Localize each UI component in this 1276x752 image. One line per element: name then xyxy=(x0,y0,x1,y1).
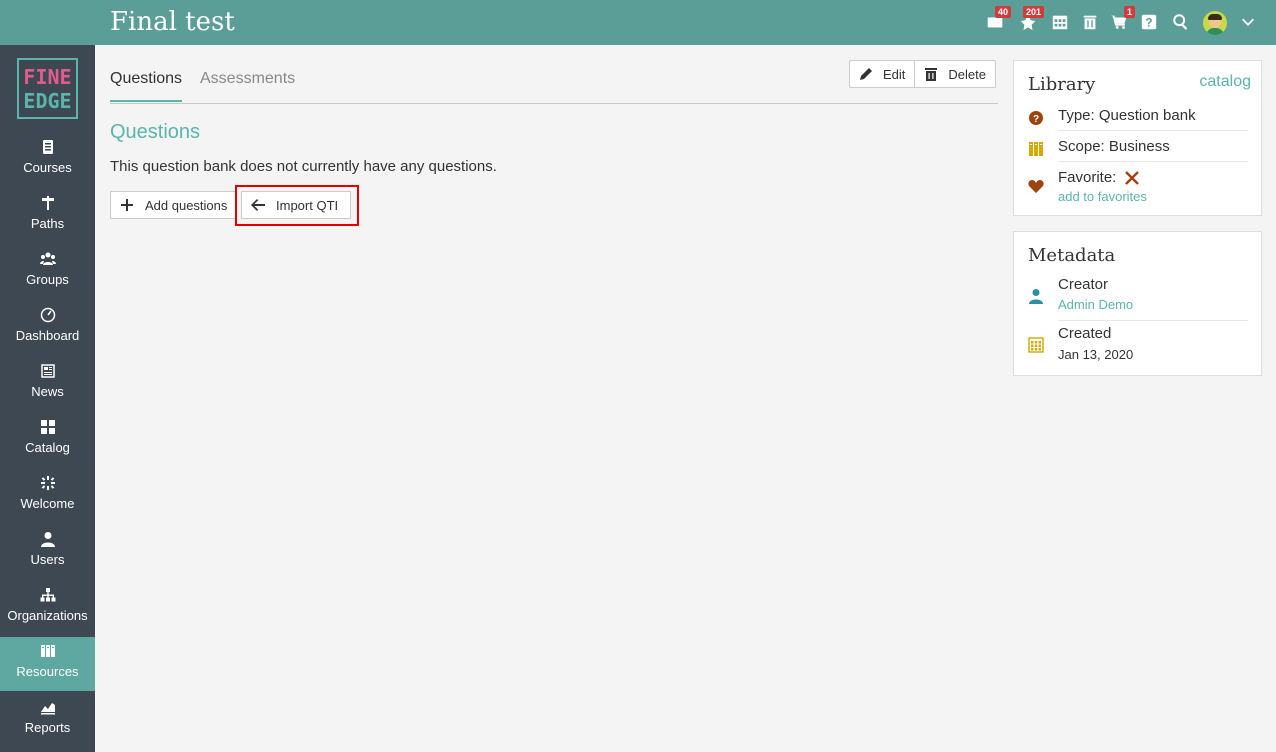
groups-icon xyxy=(39,251,56,267)
books-icon xyxy=(40,643,56,659)
user-icon xyxy=(40,531,56,547)
library-favorite-row: Favorite: add to favorites xyxy=(1028,169,1248,211)
trash-icon[interactable] xyxy=(1080,12,1100,32)
svg-text:?: ? xyxy=(1033,114,1039,125)
notifications-badge: 201 xyxy=(1022,6,1044,18)
search-icon[interactable] xyxy=(1171,12,1191,32)
plus-icon xyxy=(121,199,133,211)
newspaper-icon xyxy=(40,363,56,379)
sidebar-item-label: Welcome xyxy=(20,496,75,511)
sidebar-item-news[interactable]: News xyxy=(0,357,95,411)
sidebar-item-users[interactable]: Users xyxy=(0,525,95,579)
creator-label: Creator xyxy=(1058,276,1109,293)
logo-line-2: EDGE xyxy=(23,89,72,113)
logo-line-1: FINE xyxy=(23,65,72,89)
add-to-favorites-link[interactable]: add to favorites xyxy=(1058,189,1147,204)
library-title: Library xyxy=(1028,74,1096,95)
top-bar: Final test 40 201 1 ? xyxy=(0,0,1276,45)
pencil-icon xyxy=(860,68,872,80)
sidebar-item-groups[interactable]: Groups xyxy=(0,245,95,299)
metadata-creator-row: Creator Admin Demo xyxy=(1028,276,1248,318)
delete-button[interactable]: Delete xyxy=(914,61,995,87)
sidebar-item-label: Groups xyxy=(26,272,69,287)
metadata-title: Metadata xyxy=(1028,245,1116,266)
sidebar-item-label: Paths xyxy=(30,216,65,231)
org-icon xyxy=(40,587,56,603)
notifications-icon[interactable]: 201 xyxy=(1018,6,1044,32)
arrow-left-icon xyxy=(251,199,265,211)
import-qti-label: Import QTI xyxy=(276,197,339,213)
tab-questions[interactable]: Questions xyxy=(110,70,183,102)
sidebar-item-resources[interactable]: Resources xyxy=(0,637,95,691)
chevron-down-icon[interactable] xyxy=(1238,12,1258,32)
calendar-icon[interactable] xyxy=(1050,12,1070,32)
section-title: Questions xyxy=(110,121,201,143)
chart-icon xyxy=(40,699,56,715)
trash-icon xyxy=(925,68,938,81)
messages-icon[interactable]: 40 xyxy=(985,6,1011,32)
question-circle-icon: ? xyxy=(1028,110,1044,126)
signpost-icon xyxy=(40,195,56,211)
import-qti-button[interactable]: Import QTI xyxy=(241,191,351,219)
library-scope-row: Scope: Business xyxy=(1028,138,1248,160)
created-label: Created xyxy=(1058,325,1112,342)
divider xyxy=(1058,161,1248,162)
logo[interactable]: FINE EDGE xyxy=(17,58,78,119)
user-icon xyxy=(1028,288,1044,304)
edit-label: Edit xyxy=(883,66,906,82)
catalog-link[interactable]: catalog xyxy=(1199,73,1251,91)
sidebar-item-welcome[interactable]: Welcome xyxy=(0,469,95,523)
burst-icon xyxy=(40,475,56,491)
tab-assessments[interactable]: Assessments xyxy=(200,70,295,100)
sidebar-item-label: Catalog xyxy=(25,440,70,455)
library-scope: Scope: Business xyxy=(1058,138,1170,155)
avatar[interactable] xyxy=(1203,11,1227,35)
divider xyxy=(1058,130,1248,131)
library-type: Type: Question bank xyxy=(1058,107,1196,124)
empty-state-text: This question bank does not currently ha… xyxy=(110,158,497,175)
help-icon[interactable]: ? xyxy=(1139,12,1159,32)
add-questions-button[interactable]: Add questions xyxy=(110,191,236,219)
heart-icon xyxy=(1028,178,1044,194)
created-date: Jan 13, 2020 xyxy=(1058,347,1134,362)
sidebar-item-catalog[interactable]: Catalog xyxy=(0,413,95,467)
library-favorite-label: Favorite: xyxy=(1058,169,1117,186)
cart-badge: 1 xyxy=(1123,6,1135,18)
sidebar-item-label: Reports xyxy=(24,720,71,735)
action-buttons: Edit Delete xyxy=(849,60,996,88)
sidebar-item-label: Organizations xyxy=(7,608,88,623)
sidebar-item-label: Dashboard xyxy=(15,328,80,343)
grid-icon xyxy=(40,419,56,435)
sidebar-item-organizations[interactable]: Organizations xyxy=(0,581,95,635)
library-panel: Library catalog ? Type: Question bank Sc… xyxy=(1013,60,1262,216)
add-questions-label: Add questions xyxy=(145,197,228,213)
sidebar-item-label: Courses xyxy=(23,160,72,175)
gauge-icon xyxy=(40,307,56,323)
edit-button[interactable]: Edit xyxy=(850,61,914,87)
sidebar-item-dashboard[interactable]: Dashboard xyxy=(0,301,95,355)
sidebar-item-paths[interactable]: Paths xyxy=(0,189,95,243)
sidebar: FINE EDGE Courses Paths Groups Dashboard… xyxy=(0,45,95,752)
sidebar-item-label: Users xyxy=(30,552,65,567)
svg-text:?: ? xyxy=(1145,17,1152,30)
metadata-created-row: Created Jan 13, 2020 xyxy=(1028,325,1248,367)
page-title: Final test xyxy=(110,7,235,37)
library-type-row: ? Type: Question bank xyxy=(1028,107,1248,129)
creator-link[interactable]: Admin Demo xyxy=(1058,297,1133,312)
books-icon xyxy=(1028,141,1044,157)
sidebar-item-reports[interactable]: Reports xyxy=(0,693,95,747)
cart-icon[interactable]: 1 xyxy=(1109,6,1135,32)
calendar-icon xyxy=(1028,337,1044,353)
metadata-panel: Metadata Creator Admin Demo Created Jan … xyxy=(1013,231,1262,376)
sidebar-item-label: Resources xyxy=(16,664,79,679)
sidebar-item-label: News xyxy=(31,384,64,399)
book-icon xyxy=(40,139,56,155)
delete-label: Delete xyxy=(948,66,986,82)
sidebar-item-courses[interactable]: Courses xyxy=(0,133,95,187)
messages-badge: 40 xyxy=(994,6,1011,18)
divider xyxy=(1058,320,1248,321)
close-icon xyxy=(1124,170,1140,186)
